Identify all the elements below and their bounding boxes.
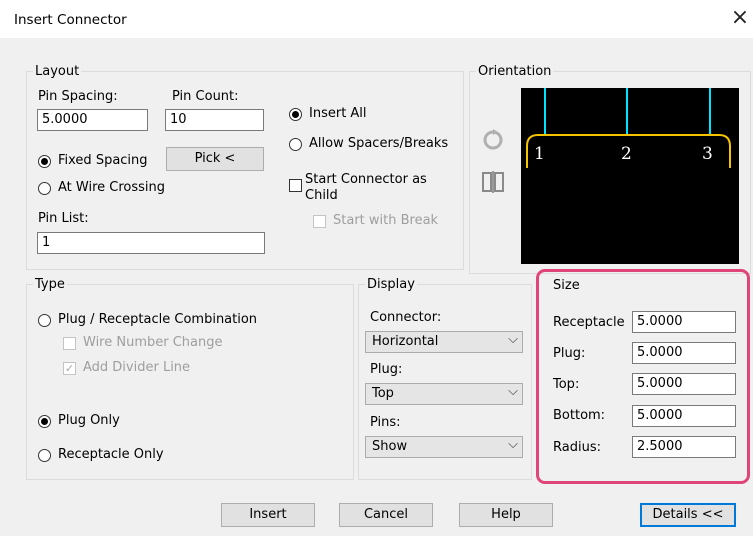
allow-spacers-label[interactable]: Allow Spacers/Breaks (309, 136, 448, 151)
insert-all-radio[interactable] (289, 108, 302, 121)
rotate-icon[interactable] (481, 127, 503, 150)
at-wire-crossing-label[interactable]: At Wire Crossing (58, 180, 165, 195)
start-with-break-label: Start with Break (333, 213, 439, 228)
plug-select[interactable]: Top ⌵ (365, 383, 523, 405)
close-icon[interactable]: × (728, 4, 752, 32)
window-title: Insert Connector (14, 12, 127, 28)
pin-count-input[interactable]: 10 (165, 109, 264, 131)
plug-select-value: Top (372, 386, 394, 401)
pins-select-value: Show (372, 439, 408, 454)
fixed-spacing-label[interactable]: Fixed Spacing (58, 153, 148, 168)
plug-only-label[interactable]: Plug Only (58, 413, 120, 428)
start-connector-child-checkbox[interactable] (289, 179, 302, 192)
layout-legend: Layout (35, 64, 80, 79)
pin-1-label: 1 (534, 144, 545, 164)
add-divider-line-checkbox: ✓ (63, 362, 76, 375)
chevron-down-icon: ⌵ (508, 384, 518, 399)
connector-label: Connector: (370, 310, 442, 325)
pin-list-input[interactable]: 1 (37, 232, 265, 254)
connector-preview: 1 2 3 (521, 88, 739, 264)
at-wire-crossing-radio[interactable] (38, 182, 51, 195)
pin-2-label: 2 (621, 144, 632, 164)
pins-select[interactable]: Show ⌵ (365, 436, 523, 458)
details-button[interactable]: Details << (640, 503, 736, 527)
plug-only-radio[interactable] (38, 415, 51, 428)
allow-spacers-radio[interactable] (289, 138, 302, 151)
pin-count-label: Pin Count: (172, 89, 239, 104)
start-connector-child-label-1[interactable]: Start Connector as (305, 172, 427, 187)
pins-label: Pins: (370, 415, 401, 430)
pin-spacing-input[interactable]: 5.0000 (37, 109, 148, 131)
chevron-down-icon: ⌵ (508, 332, 518, 347)
plug-receptacle-combo-radio[interactable] (38, 314, 51, 327)
receptacle-only-radio[interactable] (38, 449, 51, 462)
add-divider-line-label: Add Divider Line (83, 360, 191, 375)
pin-spacing-label: Pin Spacing: (38, 89, 118, 104)
plug-receptacle-combo-label[interactable]: Plug / Receptacle Combination (58, 312, 257, 327)
flip-icon[interactable] (481, 170, 504, 193)
receptacle-only-label[interactable]: Receptacle Only (58, 447, 164, 462)
pin-3-label: 3 (702, 144, 713, 164)
insert-button[interactable]: Insert (221, 503, 315, 527)
display-legend: Display (367, 277, 415, 292)
insert-all-label[interactable]: Insert All (309, 106, 367, 121)
orientation-legend: Orientation (478, 64, 552, 79)
fixed-spacing-radio[interactable] (38, 155, 51, 168)
size-highlight-box (536, 269, 750, 484)
cancel-button[interactable]: Cancel (339, 503, 433, 527)
start-connector-child-label-2[interactable]: Child (305, 188, 338, 203)
pick-button[interactable]: Pick < (166, 147, 264, 171)
plug-display-label: Plug: (370, 362, 403, 377)
start-with-break-checkbox (313, 215, 326, 228)
wire-number-change-label: Wire Number Change (83, 335, 223, 350)
connector-select[interactable]: Horizontal ⌵ (365, 331, 523, 353)
pin-list-label: Pin List: (38, 211, 89, 226)
help-button[interactable]: Help (459, 503, 553, 527)
connector-select-value: Horizontal (372, 334, 439, 349)
wire-number-change-checkbox (63, 337, 76, 350)
type-legend: Type (35, 277, 65, 292)
chevron-down-icon: ⌵ (508, 437, 518, 452)
